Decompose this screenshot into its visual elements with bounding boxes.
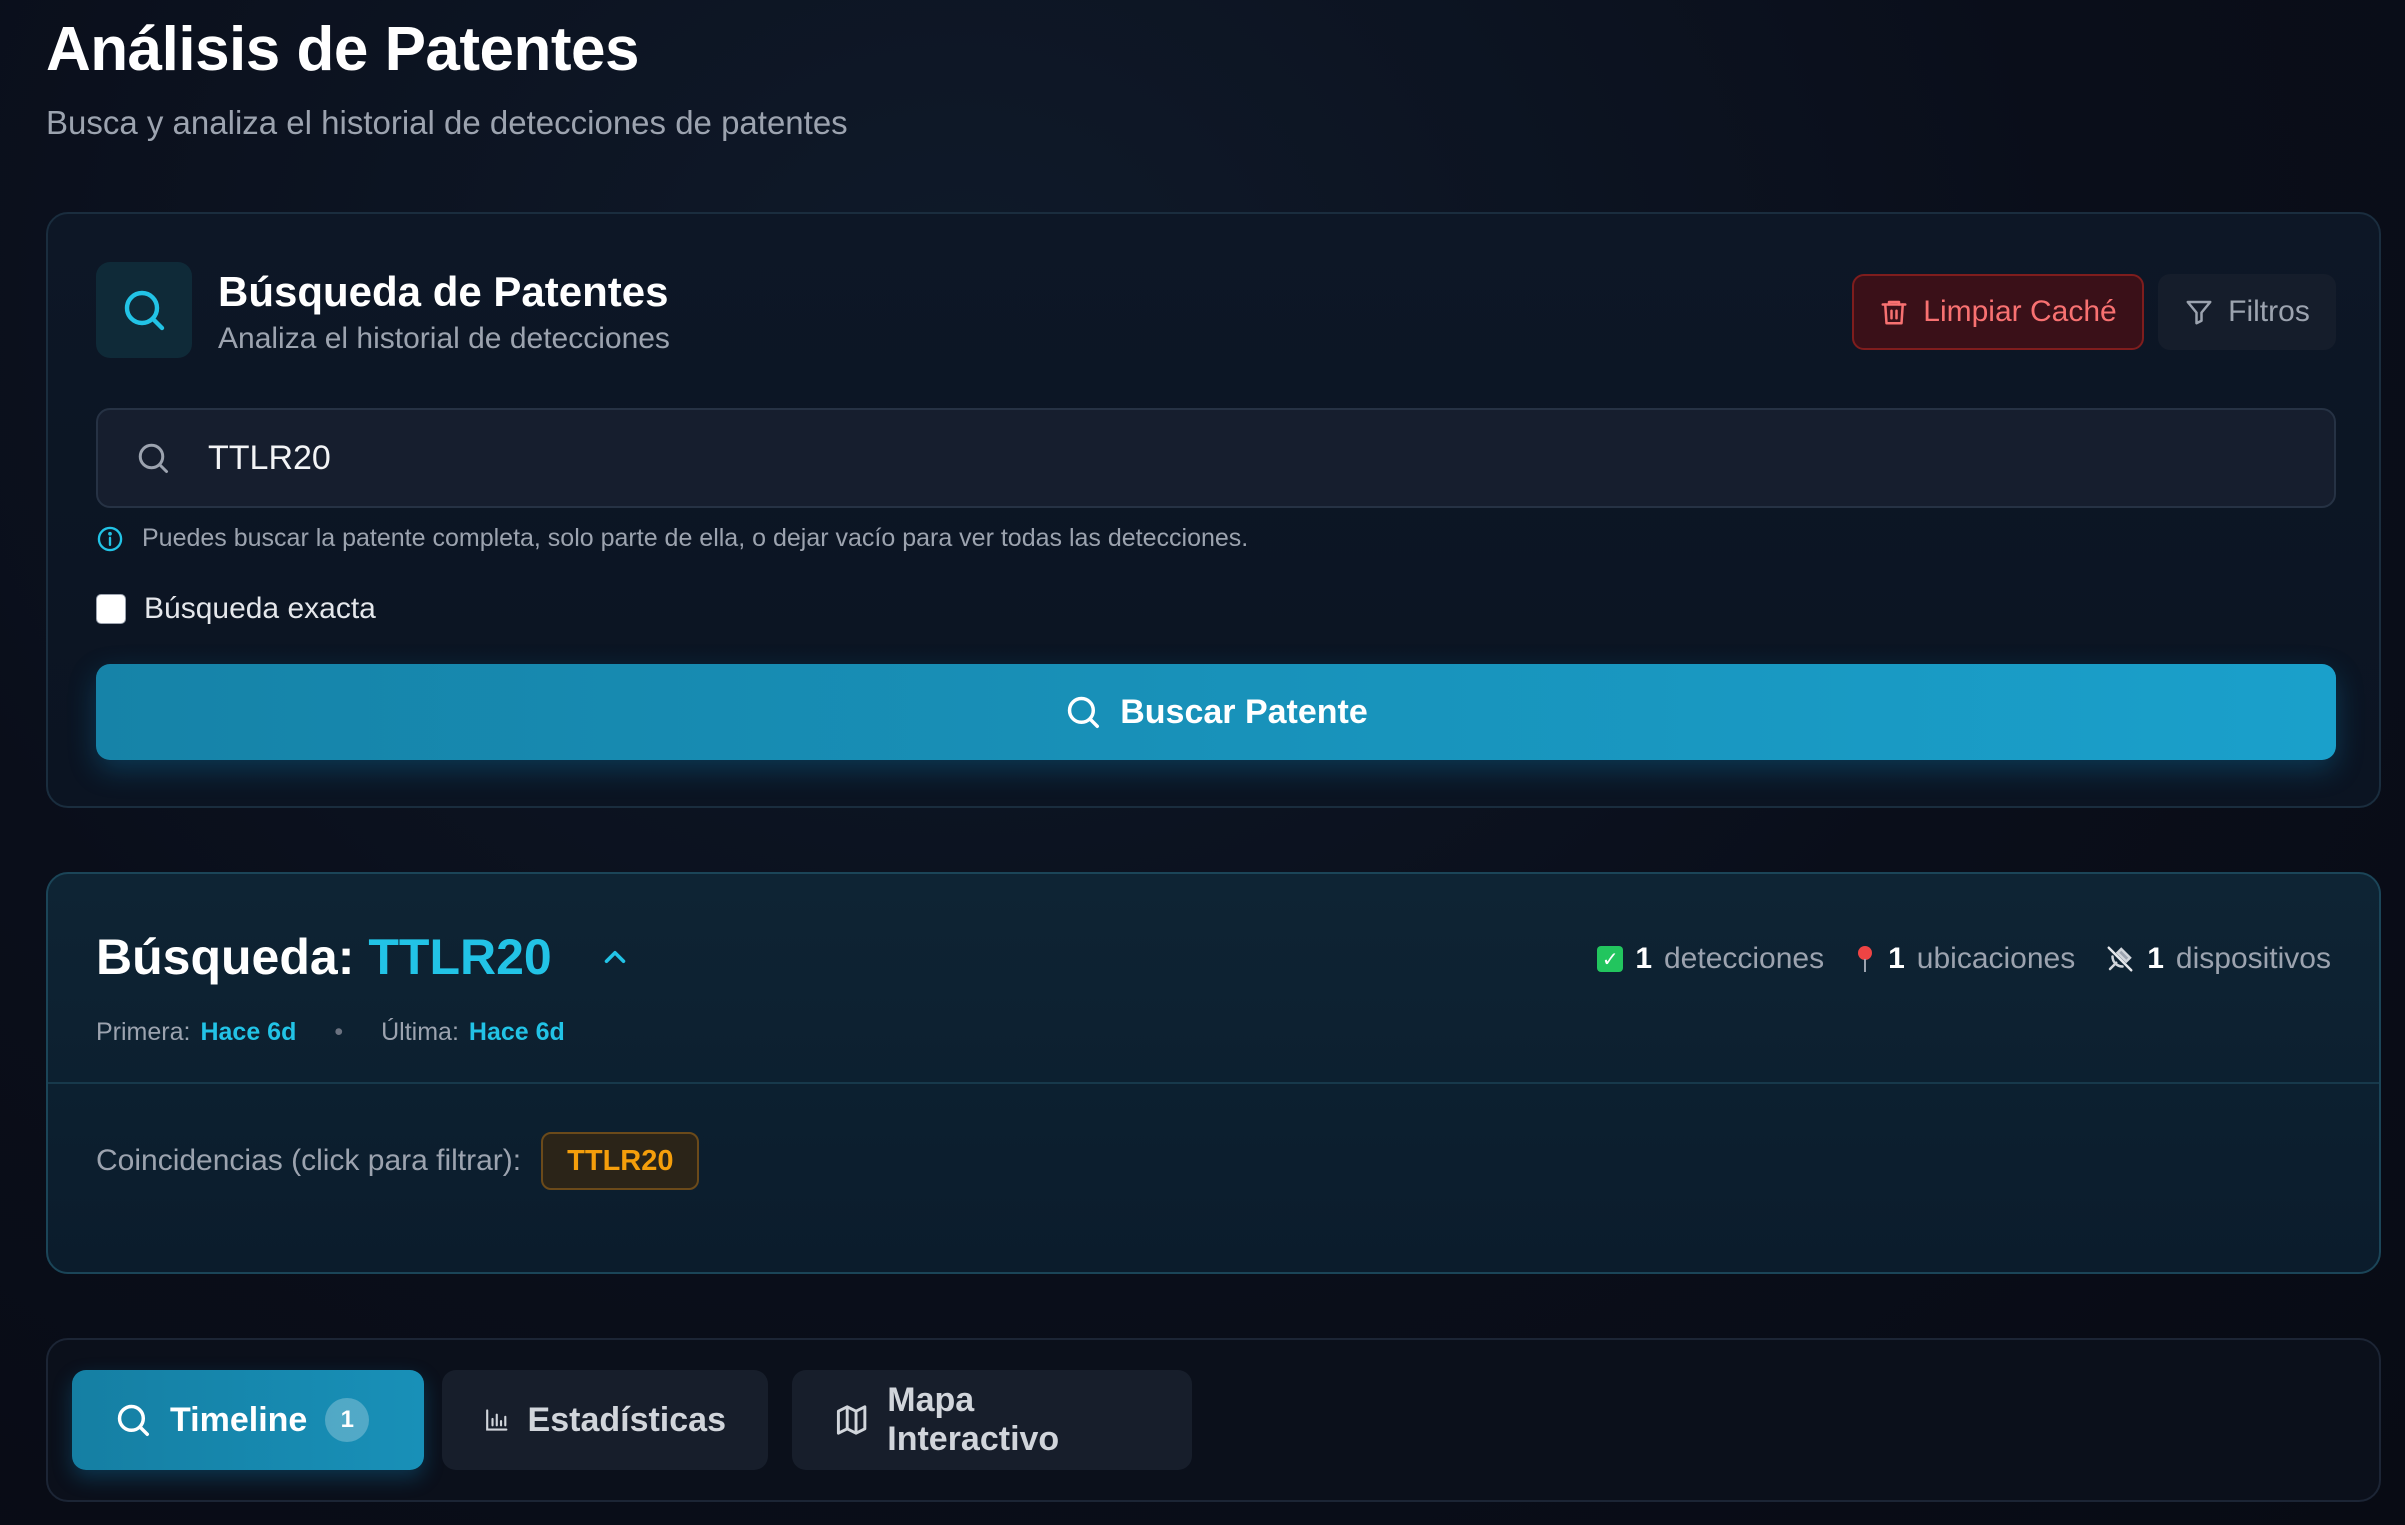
results-title: Búsqueda: TTLR20 xyxy=(96,928,632,986)
search-hint-text: Puedes buscar la patente completa, solo … xyxy=(142,524,1249,552)
search-hint: Puedes buscar la patente completa, solo … xyxy=(96,524,1248,553)
search-card-title: Búsqueda de Patentes xyxy=(218,268,669,315)
exact-search-label: Búsqueda exacta xyxy=(144,592,376,625)
results-card: Búsqueda: TTLR20 ✓ 1 detecciones 1 ubica… xyxy=(46,872,2381,1274)
first-detection-label: Primera: xyxy=(96,1018,191,1046)
search-card-icon-box xyxy=(96,262,192,358)
results-title-prefix: Búsqueda: xyxy=(96,929,355,985)
satellite-icon xyxy=(2107,946,2133,972)
stat-detections-count: 1 xyxy=(1635,942,1652,975)
view-tabs: Timeline 1 Estadísticas Mapa Interactivo xyxy=(46,1338,2381,1502)
filter-icon xyxy=(2186,300,2212,325)
filters-label: Filtros xyxy=(2228,295,2310,328)
clear-cache-label: Limpiar Caché xyxy=(1923,295,2117,328)
bar-chart-icon xyxy=(486,1409,508,1431)
match-chip[interactable]: TTLR20 xyxy=(541,1132,700,1190)
stat-devices: 1 dispositivos xyxy=(2105,942,2331,976)
patent-search-input[interactable] xyxy=(208,410,2334,506)
tab-statistics-label: Estadísticas xyxy=(527,1400,726,1439)
stat-detections-label: detecciones xyxy=(1664,942,1825,975)
tab-timeline-badge: 1 xyxy=(325,1398,370,1442)
search-input-icon xyxy=(98,440,208,476)
search-icon xyxy=(117,1404,149,1436)
filters-button[interactable]: Filtros xyxy=(2158,274,2336,350)
last-detection-label: Última: xyxy=(381,1018,459,1046)
search-icon xyxy=(124,290,165,331)
map-icon xyxy=(836,1405,867,1435)
page-title: Análisis de Patentes xyxy=(46,15,640,84)
search-patent-button[interactable]: Buscar Patente xyxy=(96,664,2336,760)
page-subtitle: Busca y analiza el historial de deteccio… xyxy=(46,104,848,141)
chevron-up-icon xyxy=(604,950,625,964)
search-patent-label: Buscar Patente xyxy=(1120,692,1368,731)
matches-label: Coincidencias (click para filtrar): xyxy=(96,1144,522,1177)
stat-locations-label: ubicaciones xyxy=(1916,942,2076,975)
exact-search-checkbox[interactable] xyxy=(96,594,126,624)
last-detection-value: Hace 6d xyxy=(468,1018,565,1046)
tab-interactive-map-label: Mapa Interactivo xyxy=(887,1381,1060,1458)
stat-devices-count: 1 xyxy=(2147,942,2164,975)
tab-timeline[interactable]: Timeline 1 xyxy=(72,1370,424,1470)
first-detection-value: Hace 6d xyxy=(200,1018,297,1046)
clear-cache-button[interactable]: Limpiar Caché xyxy=(1852,274,2144,350)
tab-statistics[interactable]: Estadísticas xyxy=(442,1370,768,1470)
search-icon xyxy=(138,443,168,473)
matches-row: Coincidencias (click para filtrar): TTLR… xyxy=(96,1132,700,1190)
check-mark-icon: ✓ xyxy=(1597,946,1624,972)
results-divider xyxy=(48,1082,2379,1084)
stat-locations-count: 1 xyxy=(1888,942,1905,975)
search-card-subtitle: Analiza el historial de detecciones xyxy=(218,322,670,355)
detection-times: Primera: Hace 6d • Última: Hace 6d xyxy=(96,1018,565,1047)
collapse-toggle[interactable] xyxy=(598,940,632,974)
search-card: Búsqueda de Patentes Analiza el historia… xyxy=(46,212,2381,808)
pin-icon xyxy=(1858,946,1873,972)
separator-dot: • xyxy=(334,1018,344,1046)
tab-timeline-label: Timeline xyxy=(170,1400,308,1439)
exact-search-option[interactable]: Búsqueda exacta xyxy=(96,592,376,626)
tab-interactive-map[interactable]: Mapa Interactivo xyxy=(792,1370,1192,1470)
results-stats: ✓ 1 detecciones 1 ubicaciones 1 disposit… xyxy=(1597,942,2331,976)
search-input-wrapper xyxy=(96,408,2336,508)
search-icon xyxy=(1068,696,1100,728)
trash-icon xyxy=(1881,300,1907,325)
stat-detections: ✓ 1 detecciones xyxy=(1597,942,1824,976)
stat-locations: 1 ubicaciones xyxy=(1854,942,2075,976)
stat-devices-label: dispositivos xyxy=(2175,942,2331,975)
info-icon xyxy=(97,526,123,551)
results-query: TTLR20 xyxy=(368,929,552,985)
